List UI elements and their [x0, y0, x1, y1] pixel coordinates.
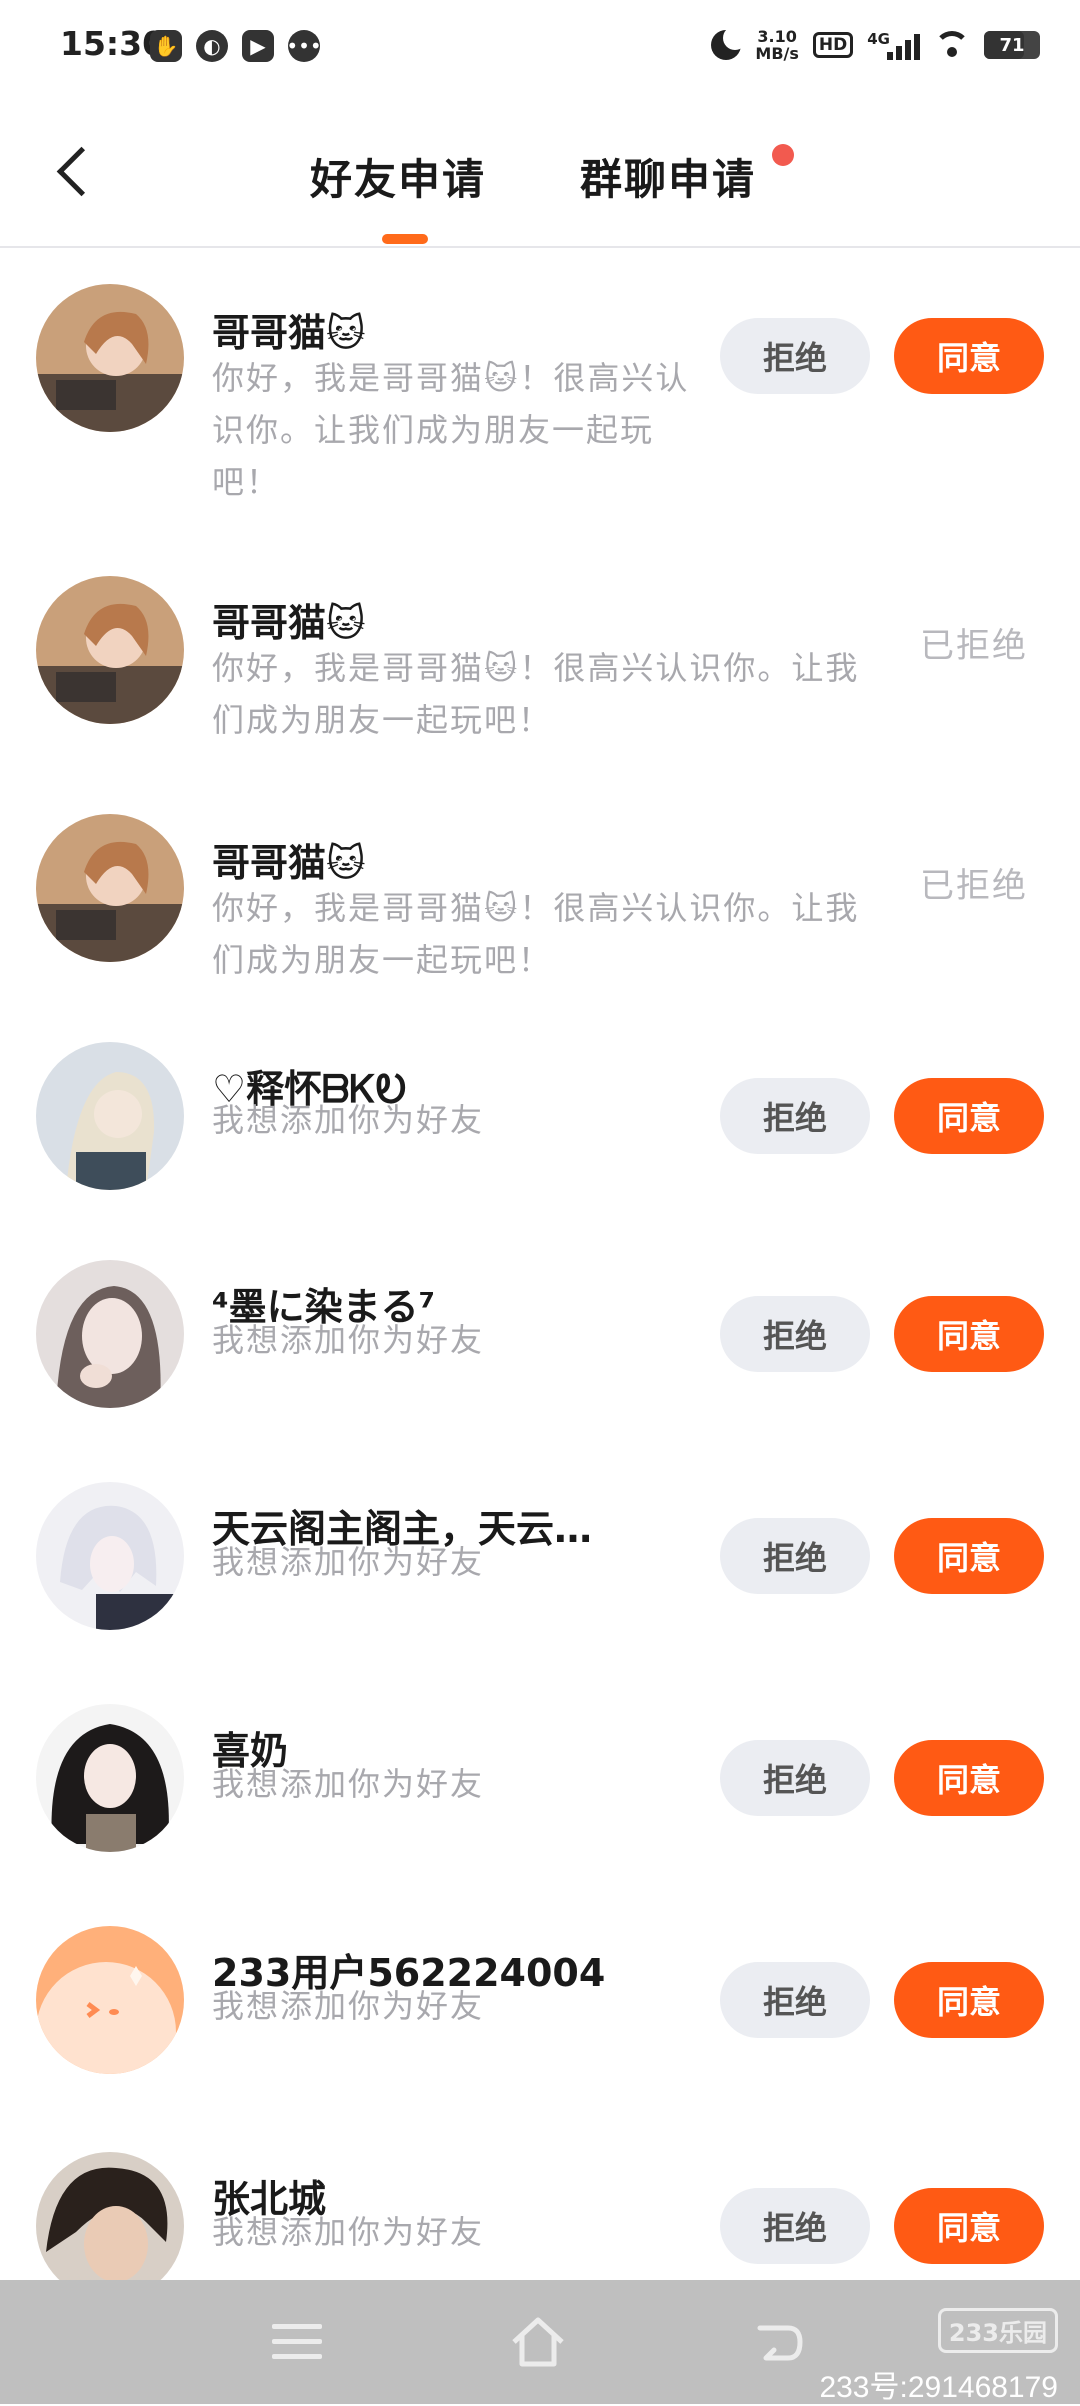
- list-item: 天云阁主阁主，天云… 我想添加你为好友 拒绝 同意: [0, 1446, 1080, 1668]
- watermark-logo: 233乐园: [937, 2308, 1058, 2353]
- rejected-status: 已拒绝: [920, 626, 1028, 666]
- hd-icon: HD: [812, 32, 854, 58]
- notification-app-icon: ◐: [196, 30, 228, 62]
- chat-icon: •••: [286, 30, 322, 62]
- reject-button[interactable]: 拒绝: [720, 2188, 870, 2264]
- reject-button[interactable]: 拒绝: [720, 1962, 870, 2038]
- header: 好友申请 群聊申请: [0, 110, 1080, 248]
- reject-button[interactable]: 拒绝: [720, 1296, 870, 1372]
- request-message: 我想添加你为好友: [212, 2213, 485, 2251]
- requester-name: 哥哥猫🐱: [212, 601, 366, 645]
- do-not-disturb-icon: [711, 26, 748, 60]
- list-item: ⁴墨に染まる⁷ 我想添加你为好友 拒绝 同意: [0, 1224, 1080, 1446]
- accept-button[interactable]: 同意: [894, 318, 1044, 394]
- avatar[interactable]: [36, 1260, 184, 1408]
- tab-group-requests[interactable]: 群聊申请: [580, 146, 756, 207]
- reject-button[interactable]: 拒绝: [720, 1518, 870, 1594]
- request-message: 我想添加你为好友: [212, 1543, 485, 1581]
- avatar[interactable]: [36, 576, 184, 724]
- menu-icon[interactable]: [272, 2324, 322, 2364]
- watermark-id: 233号:291468179: [819, 2371, 1058, 2404]
- play-app-icon: ▶: [242, 30, 274, 62]
- request-message: 你好，我是哥哥猫🐱！很高兴认识你。让我们成为朋友一起玩吧！: [212, 359, 690, 501]
- home-icon[interactable]: [508, 2314, 568, 2370]
- battery-icon: 71: [984, 31, 1040, 59]
- request-message: 我想添加你为好友: [212, 1987, 485, 2025]
- list-item: 哥哥猫🐱 你好，我是哥哥猫🐱！很高兴认识你。让我们成为朋友一起玩吧！ 拒绝 同意: [0, 248, 1080, 518]
- request-message: 你好，我是哥哥猫🐱！很高兴认识你。让我们成为朋友一起玩吧！: [212, 889, 860, 979]
- network-speed: 3.10 MB/s: [755, 27, 799, 63]
- list-item: ♡释怀ᗷᏦᎧ 我想添加你为好友 拒绝 同意: [0, 1002, 1080, 1224]
- list-item: 233用户562224004 我想添加你为好友 拒绝 同意: [0, 1890, 1080, 2112]
- back-button[interactable]: [50, 140, 110, 200]
- list-item: 喜奶 我想添加你为好友 拒绝 同意: [0, 1668, 1080, 1890]
- accept-button[interactable]: 同意: [894, 1078, 1044, 1154]
- system-nav-bar: 233乐园 233号:291468179: [0, 2280, 1080, 2404]
- accept-button[interactable]: 同意: [894, 1962, 1044, 2038]
- avatar[interactable]: [36, 284, 184, 432]
- wifi-icon: [934, 31, 970, 59]
- avatar[interactable]: [36, 2152, 184, 2300]
- avatar[interactable]: [36, 1042, 184, 1190]
- notification-app-icon: ✋: [150, 30, 182, 62]
- request-list: 哥哥猫🐱 你好，我是哥哥猫🐱！很高兴认识你。让我们成为朋友一起玩吧！ 拒绝 同意…: [0, 248, 1080, 2334]
- list-item: 哥哥猫🐱 你好，我是哥哥猫🐱！很高兴认识你。让我们成为朋友一起玩吧！ 已拒绝: [0, 758, 1080, 1002]
- reject-button[interactable]: 拒绝: [720, 1078, 870, 1154]
- status-bar: 15:30 ✋ ◐ ▶ ••• 3.10 MB/s HD 4G 71: [0, 0, 1080, 90]
- avatar[interactable]: [36, 1482, 184, 1630]
- requester-name: 哥哥猫🐱: [212, 841, 366, 885]
- accept-button[interactable]: 同意: [894, 1518, 1044, 1594]
- active-tab-indicator: [382, 234, 428, 244]
- notification-dot: [772, 144, 794, 166]
- reject-button[interactable]: 拒绝: [720, 318, 870, 394]
- status-indicators: 3.10 MB/s HD 4G 71: [711, 26, 1040, 63]
- list-item: 哥哥猫🐱 你好，我是哥哥猫🐱！很高兴认识你。让我们成为朋友一起玩吧！ 已拒绝: [0, 518, 1080, 758]
- avatar[interactable]: [36, 814, 184, 962]
- tab-friend-requests[interactable]: 好友申请: [310, 146, 486, 207]
- accept-button[interactable]: 同意: [894, 1296, 1044, 1372]
- signal-icon: 4G: [867, 30, 920, 60]
- request-message: 我想添加你为好友: [212, 1321, 485, 1359]
- request-message: 我想添加你为好友: [212, 1101, 485, 1139]
- accept-button[interactable]: 同意: [894, 1740, 1044, 1816]
- reject-button[interactable]: 拒绝: [720, 1740, 870, 1816]
- notification-icons: ✋ ◐ ▶ •••: [150, 30, 322, 62]
- requester-name: 哥哥猫🐱: [212, 311, 366, 355]
- request-message: 你好，我是哥哥猫🐱！很高兴认识你。让我们成为朋友一起玩吧！: [212, 649, 860, 739]
- avatar[interactable]: [36, 1704, 184, 1852]
- request-message: 我想添加你为好友: [212, 1765, 485, 1803]
- back-nav-icon[interactable]: [752, 2320, 806, 2366]
- rejected-status: 已拒绝: [920, 866, 1028, 906]
- accept-button[interactable]: 同意: [894, 2188, 1044, 2264]
- avatar[interactable]: [36, 1926, 184, 2074]
